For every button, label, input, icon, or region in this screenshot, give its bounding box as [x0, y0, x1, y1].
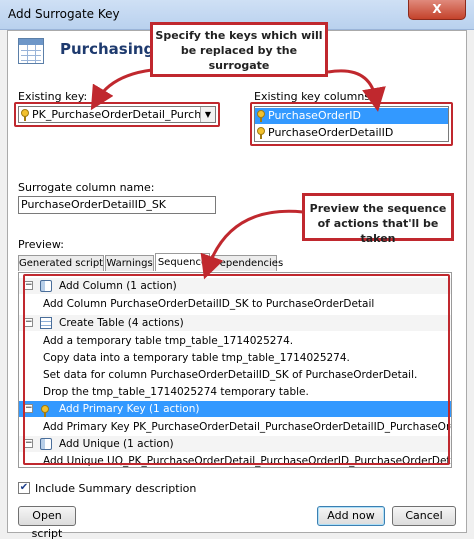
tab-dependencies[interactable]: Dependencies	[211, 255, 283, 271]
dialog-window: Add Surrogate Key X Purchasing.PurchaseO…	[0, 0, 474, 540]
tab-generated-script[interactable]: Generated script	[18, 255, 104, 271]
annotation-box-key-columns	[250, 102, 453, 146]
callout-keys: Specify the keys which will be replaced …	[150, 22, 328, 77]
summary-checkbox[interactable]: ✔	[18, 482, 30, 494]
summary-label: Include Summary description	[35, 482, 197, 495]
close-button[interactable]: X	[408, 0, 466, 20]
preview-label: Preview:	[18, 238, 64, 251]
table-heading: Purchasing.PurchaseOrderDetail	[60, 40, 150, 58]
close-icon[interactable]: X	[432, 2, 441, 16]
cancel-button[interactable]: Cancel	[392, 506, 456, 526]
annotation-box-sequence	[23, 274, 450, 465]
tab-sequence[interactable]: Sequence	[155, 253, 210, 271]
window-title: Add Surrogate Key	[8, 7, 120, 21]
surrogate-column-label: Surrogate column name:	[18, 181, 155, 194]
annotation-box-existing-key	[14, 102, 220, 127]
add-now-button[interactable]: Add now	[317, 506, 385, 526]
surrogate-column-input[interactable]: PurchaseOrderDetailID_SK	[18, 196, 216, 214]
callout-sequence: Preview the sequence of actions that'll …	[302, 193, 454, 245]
tab-warnings[interactable]: Warnings	[105, 255, 154, 271]
open-script-button[interactable]: Open script	[18, 506, 76, 540]
table-icon	[18, 38, 44, 64]
